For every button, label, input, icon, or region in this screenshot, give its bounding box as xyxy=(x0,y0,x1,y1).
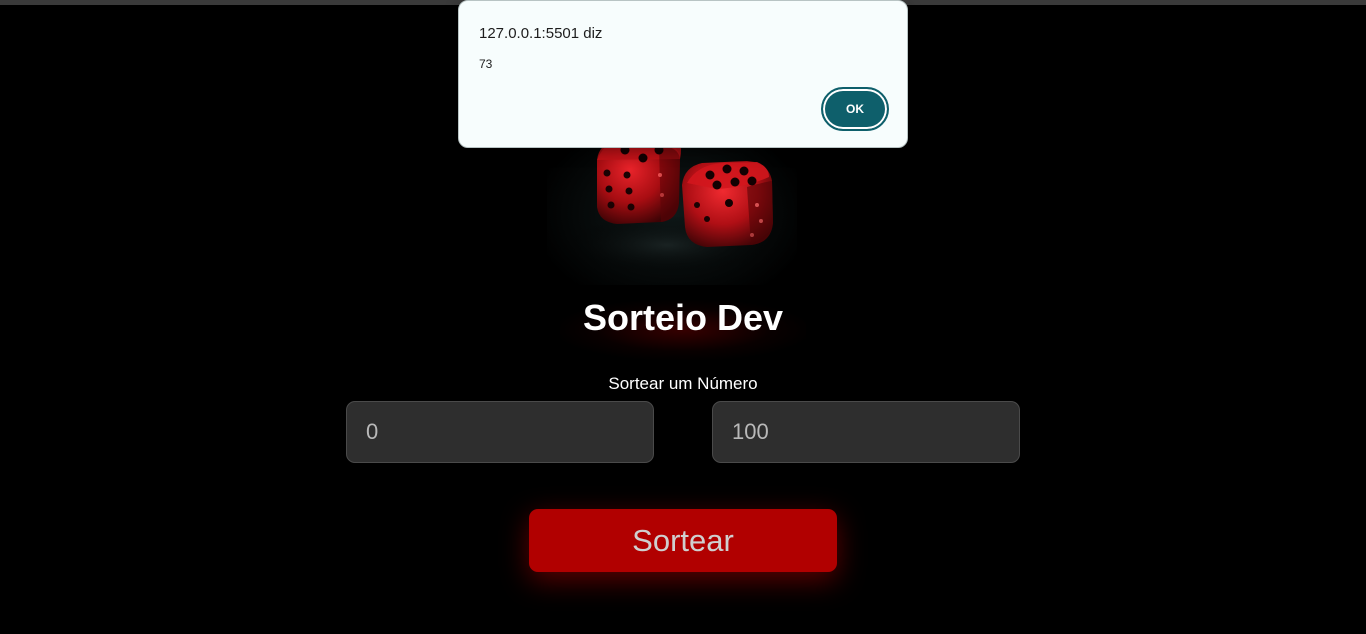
min-number-input[interactable] xyxy=(346,401,654,463)
alert-dialog: 127.0.0.1:5501 diz 73 OK xyxy=(458,0,908,148)
draw-button[interactable]: Sortear xyxy=(529,509,837,572)
page-title: Sorteio Dev xyxy=(582,297,784,338)
alert-message: 73 xyxy=(479,57,493,71)
dice-image xyxy=(547,125,797,285)
alert-origin: 127.0.0.1:5501 diz xyxy=(479,25,603,42)
alert-ok-button[interactable]: OK xyxy=(821,87,889,131)
dice-illustration xyxy=(562,133,773,275)
draw-subtitle: Sortear um Número xyxy=(608,374,758,393)
max-number-input[interactable] xyxy=(712,401,1020,463)
